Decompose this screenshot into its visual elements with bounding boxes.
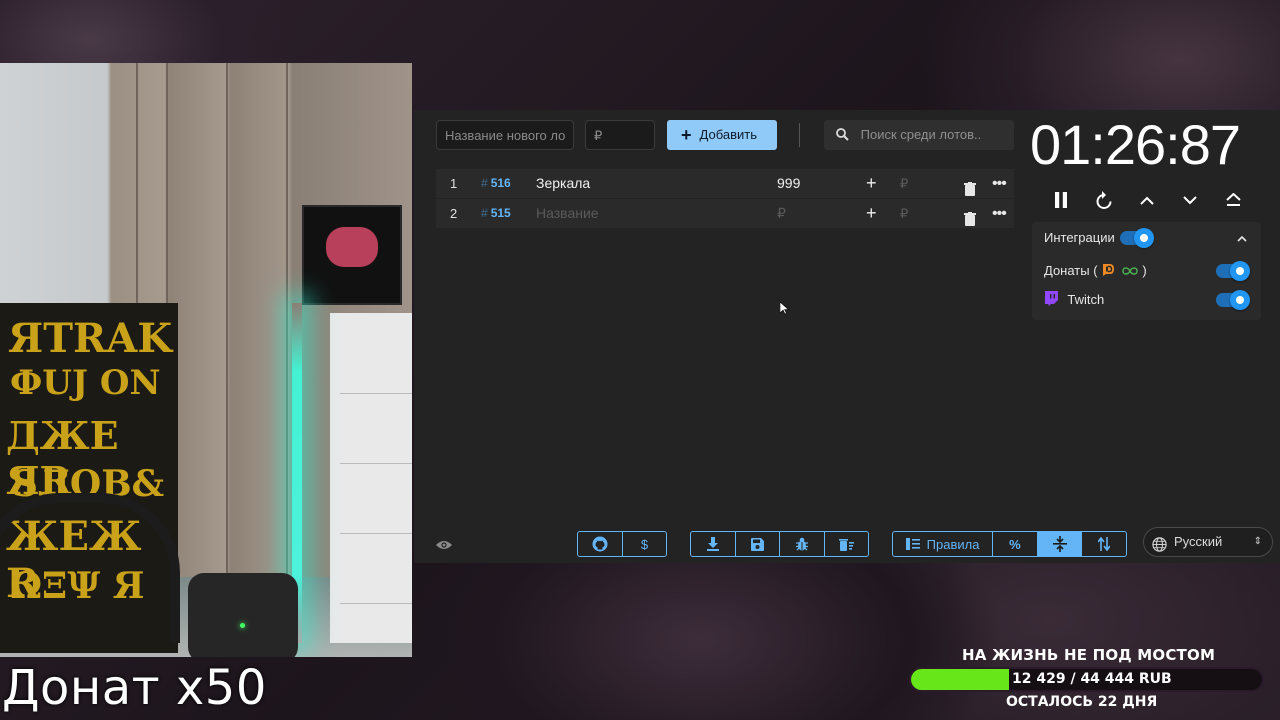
add-amount-field[interactable]: ₽ bbox=[900, 169, 908, 198]
new-lot-name-input[interactable]: Название нового ло bbox=[436, 120, 574, 150]
hash-icon: # bbox=[481, 176, 488, 190]
twitch-icon bbox=[1044, 290, 1058, 314]
timer-display: 01:26:87 bbox=[1030, 113, 1241, 176]
percent-button[interactable]: % bbox=[993, 532, 1038, 556]
integrations-toggle[interactable] bbox=[1120, 228, 1154, 248]
lot-id-value: 516 bbox=[490, 176, 511, 190]
donations-suffix: ) bbox=[1142, 263, 1147, 278]
clear-all-icon[interactable] bbox=[825, 532, 868, 556]
view-options-group: Правила % bbox=[892, 531, 1127, 557]
donations-toggle[interactable] bbox=[1216, 261, 1250, 281]
add-amount-button[interactable]: + bbox=[866, 169, 877, 198]
new-lot-amount-input[interactable]: ₽ bbox=[585, 120, 655, 150]
double-up-icon[interactable] bbox=[1221, 188, 1245, 212]
goal-remaining: ОСТАЛОСЬ 22 ДНЯ bbox=[1006, 694, 1158, 710]
lot-id: #516 bbox=[481, 169, 511, 198]
integrations-panel: Интеграции Донаты ( ) Twitch bbox=[1032, 222, 1261, 320]
donate-dollar-icon[interactable]: $ bbox=[623, 532, 666, 556]
integrations-header[interactable]: Интеграции bbox=[1044, 226, 1261, 250]
lot-index: 2 bbox=[450, 206, 458, 221]
rules-label: Правила bbox=[926, 536, 980, 552]
goal-title: НА ЖИЗНЬ НЕ ПОД МОСТОМ bbox=[962, 646, 1216, 664]
webcam-feed: ЯTRAK ФUJ ON ДЖЕ ЯR SЛOB& ЖEЖ R ΩΞΨ Я bbox=[0, 63, 412, 657]
language-value: Русский bbox=[1174, 534, 1223, 549]
lot-toolbar: Название нового ло ₽ + Добавить Поиск сре… bbox=[414, 110, 1014, 160]
toolbar-divider bbox=[799, 123, 800, 147]
dresser bbox=[330, 313, 412, 643]
twitch-toggle[interactable] bbox=[1216, 290, 1250, 310]
file-actions-group bbox=[690, 531, 869, 557]
chair bbox=[0, 493, 180, 643]
lot-list: 1 #516 Зеркала 999 + ₽ ••• 2 #515 Назван… bbox=[436, 169, 1014, 229]
restart-icon[interactable] bbox=[1092, 188, 1116, 212]
hash-icon: # bbox=[481, 206, 488, 220]
add-amount-field[interactable]: ₽ bbox=[900, 199, 908, 228]
bottom-toolbar: $ Правила % Русский ⇕ bbox=[414, 527, 1280, 560]
lot-row: 2 #515 Название ₽ + ₽ ••• bbox=[436, 199, 1014, 228]
delete-icon[interactable] bbox=[964, 207, 976, 236]
compact-view-icon[interactable] bbox=[1037, 532, 1083, 556]
donationalerts-icon bbox=[1101, 261, 1115, 285]
lot-index: 1 bbox=[450, 176, 458, 191]
goal-progress-text: 12 429 / 44 444 RUB bbox=[1012, 671, 1172, 687]
lot-id-value: 515 bbox=[490, 206, 511, 220]
chevron-up-icon[interactable] bbox=[1135, 188, 1159, 212]
lot-name-field[interactable]: Зеркала bbox=[536, 169, 590, 198]
lot-amount-field[interactable]: 999 bbox=[777, 169, 800, 198]
download-icon[interactable] bbox=[691, 532, 737, 556]
add-lot-button[interactable]: + Добавить bbox=[667, 120, 777, 150]
more-options-icon[interactable]: ••• bbox=[992, 169, 1007, 198]
eye-icon[interactable] bbox=[436, 538, 452, 556]
more-options-icon[interactable]: ••• bbox=[992, 199, 1007, 228]
globe-icon bbox=[1152, 534, 1167, 562]
webcam-caption: Донат х50 bbox=[2, 660, 267, 716]
chevron-down-icon[interactable] bbox=[1178, 188, 1202, 212]
infinity-icon bbox=[1121, 260, 1139, 284]
rules-button[interactable]: Правила bbox=[893, 532, 994, 556]
donations-integration: Донаты ( ) bbox=[1044, 259, 1261, 283]
add-amount-button[interactable]: + bbox=[866, 199, 877, 228]
links-group: $ bbox=[577, 531, 667, 557]
search-icon bbox=[836, 127, 853, 142]
lot-search-input[interactable]: Поиск среди лотов.. bbox=[824, 120, 1014, 150]
donations-label: Донаты ( bbox=[1044, 263, 1098, 278]
lot-name-field[interactable]: Название bbox=[536, 199, 599, 228]
lot-amount-field[interactable]: ₽ bbox=[777, 199, 786, 228]
github-icon[interactable] bbox=[578, 532, 623, 556]
bug-report-icon[interactable] bbox=[780, 532, 825, 556]
goal-progress-fill bbox=[911, 669, 1010, 690]
lot-row: 1 #516 Зеркала 999 + ₽ ••• bbox=[436, 169, 1014, 198]
add-lot-label: Добавить bbox=[699, 127, 757, 142]
speaker bbox=[188, 573, 298, 657]
integrations-title: Интеграции bbox=[1044, 230, 1115, 245]
pause-icon[interactable] bbox=[1049, 188, 1073, 212]
save-icon[interactable] bbox=[736, 532, 781, 556]
plus-icon: + bbox=[681, 125, 692, 145]
select-arrows-icon: ⇕ bbox=[1253, 536, 1262, 547]
twitch-label: Twitch bbox=[1067, 292, 1105, 307]
framed-picture bbox=[302, 205, 402, 305]
search-placeholder: Поиск среди лотов.. bbox=[860, 127, 982, 142]
auction-panel: Название нового ло ₽ + Добавить Поиск сре… bbox=[414, 110, 1280, 563]
chevron-up-icon[interactable] bbox=[1237, 226, 1247, 250]
twitch-integration: Twitch bbox=[1044, 288, 1261, 312]
lot-id: #515 bbox=[481, 199, 511, 228]
language-select[interactable]: Русский ⇕ bbox=[1143, 527, 1273, 557]
sort-icon[interactable] bbox=[1082, 532, 1126, 556]
